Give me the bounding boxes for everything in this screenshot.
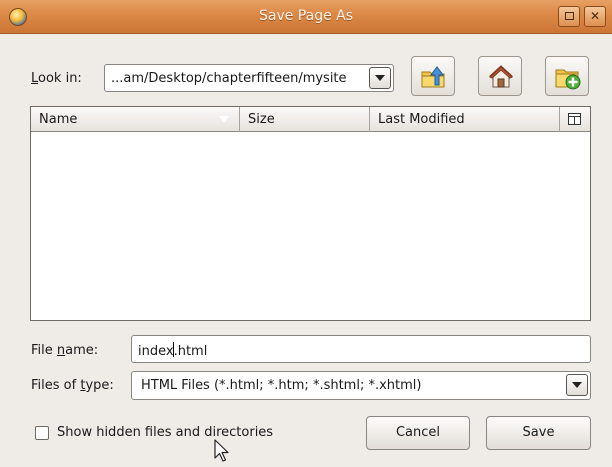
cancel-button[interactable]: Cancel bbox=[366, 416, 470, 450]
column-name-label: Name bbox=[39, 112, 78, 127]
file-name-label: File name: bbox=[31, 343, 98, 358]
file-type-label-post: ype: bbox=[85, 378, 114, 393]
file-list[interactable]: Name Size Last Modified bbox=[30, 106, 591, 321]
file-type-label-pre: Files of bbox=[31, 378, 81, 393]
column-header-size[interactable]: Size bbox=[240, 107, 370, 132]
new-folder-button[interactable] bbox=[545, 56, 589, 96]
close-icon: ✕ bbox=[589, 9, 601, 23]
column-header-name[interactable]: Name bbox=[31, 107, 240, 132]
maximize-button[interactable] bbox=[558, 6, 580, 27]
column-chooser-button[interactable] bbox=[560, 107, 590, 132]
look-in-value: ...am/Desktop/chapterfifteen/mysite bbox=[111, 71, 347, 86]
mouse-pointer-icon bbox=[214, 439, 229, 462]
file-name-label-post: ame: bbox=[65, 343, 99, 358]
folder-up-icon bbox=[421, 66, 445, 88]
save-button[interactable]: Save bbox=[486, 416, 591, 450]
column-last-modified-label: Last Modified bbox=[378, 112, 465, 127]
file-name-input[interactable]: index.html bbox=[131, 335, 591, 363]
sort-descending-icon bbox=[218, 115, 230, 123]
maximize-icon bbox=[564, 12, 574, 20]
file-name-label-pre: File bbox=[31, 343, 57, 358]
file-name-value-start: index bbox=[138, 344, 174, 359]
column-header-last-modified[interactable]: Last Modified bbox=[370, 107, 560, 132]
look-in-label-post: ook in: bbox=[38, 71, 82, 86]
file-type-dropdown-button[interactable] bbox=[566, 374, 588, 396]
file-type-value: HTML Files (*.html; *.htm; *.shtml; *.xh… bbox=[141, 378, 422, 393]
column-size-label: Size bbox=[248, 112, 275, 127]
window-title: Save Page As bbox=[258, 8, 354, 24]
file-name-label-accel: n bbox=[56, 343, 66, 358]
file-name-value: index.html bbox=[138, 342, 207, 359]
file-type-label: Files of type: bbox=[31, 378, 114, 393]
new-folder-icon bbox=[555, 69, 581, 90]
look-in-label: Look in: bbox=[31, 71, 82, 86]
close-button[interactable]: ✕ bbox=[584, 6, 606, 27]
file-name-value-end: .html bbox=[173, 344, 208, 359]
show-hidden-checkbox[interactable] bbox=[35, 426, 49, 440]
file-type-combo[interactable]: HTML Files (*.html; *.htm; *.shtml; *.xh… bbox=[131, 371, 591, 400]
show-hidden-label[interactable]: Show hidden files and directories bbox=[57, 425, 273, 440]
look-in-dropdown-button[interactable] bbox=[369, 67, 391, 89]
home-icon bbox=[489, 65, 513, 88]
file-list-header: Name Size Last Modified bbox=[31, 107, 590, 132]
column-chooser-icon bbox=[568, 113, 581, 125]
up-folder-button[interactable] bbox=[411, 56, 455, 96]
title-bar[interactable]: Save Page As ✕ bbox=[0, 0, 612, 34]
look-in-combo[interactable]: ...am/Desktop/chapterfifteen/mysite bbox=[104, 64, 394, 92]
home-folder-button[interactable] bbox=[478, 56, 522, 96]
look-in-label-accel: L bbox=[31, 71, 39, 86]
